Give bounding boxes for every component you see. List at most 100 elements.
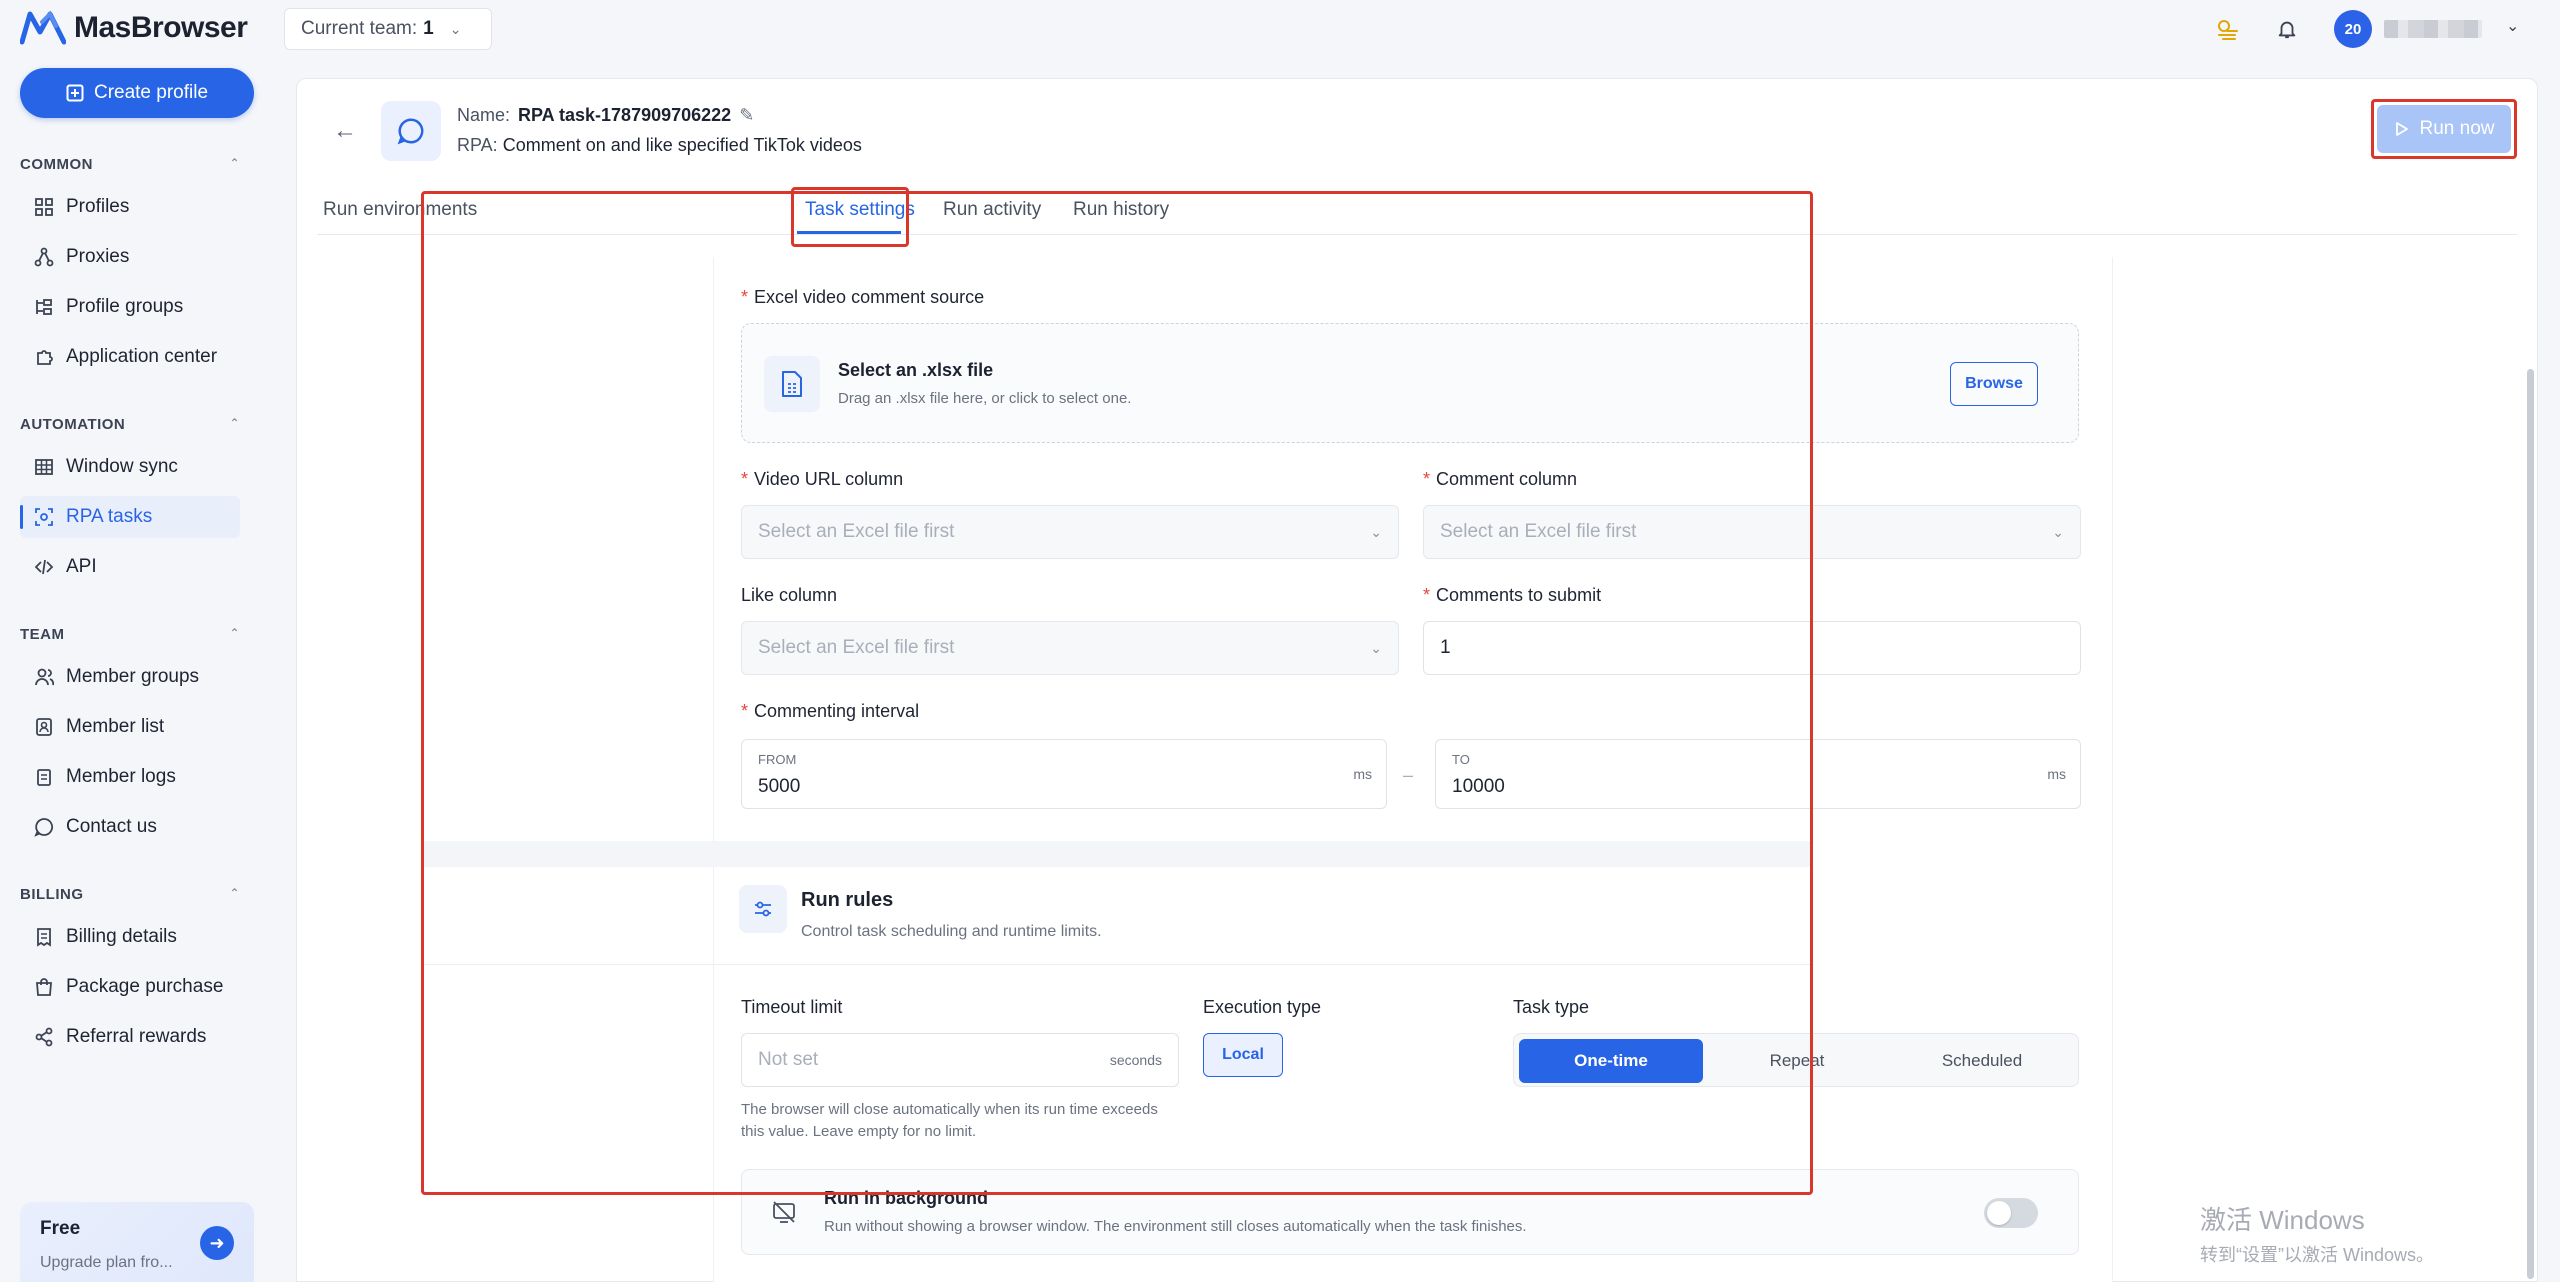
clipboard-icon <box>37 769 51 786</box>
chat-icon <box>34 818 53 837</box>
puzzle-icon <box>37 350 53 365</box>
chevron-up-icon: ⌃ <box>229 156 240 170</box>
section-automation-label: AUTOMATION <box>20 416 126 433</box>
section-common-label: COMMON <box>20 156 93 173</box>
run-in-background-toggle[interactable] <box>1984 1198 2038 1228</box>
run-now-button[interactable]: Run now <box>2377 105 2511 153</box>
top-bar: MasBrowser Current team: 1 ⌄ 20 ⌄ <box>0 0 2560 58</box>
share-nodes-icon <box>35 1027 53 1047</box>
plan-card[interactable]: Free Upgrade plan fro... ➜ <box>20 1202 254 1282</box>
run-in-background-subtitle: Run without showing a browser window. Th… <box>824 1218 1527 1235</box>
back-arrow-icon[interactable]: ← <box>333 117 357 145</box>
section-team-label: TEAM <box>20 626 65 643</box>
sidebar-item-package-purchase[interactable]: Package purchase <box>20 966 240 1008</box>
task-rpa: RPA: Comment on and like specified TikTo… <box>457 135 862 156</box>
folders-icon <box>36 299 52 315</box>
sidebar-item-label: Referral rewards <box>66 1026 207 1047</box>
scrollbar[interactable] <box>2527 369 2534 1279</box>
grid-icon <box>35 198 53 216</box>
sidebar-item-member-logs[interactable]: Member logs <box>20 756 240 798</box>
network-icon <box>34 247 54 267</box>
unit-ms: ms <box>2047 766 2066 782</box>
sidebar-item-api[interactable]: API <box>20 546 240 588</box>
sidebar-item-label: API <box>66 556 97 577</box>
sidebar-item-label: Contact us <box>66 816 157 837</box>
play-icon <box>2395 122 2408 136</box>
highlight-form <box>421 191 1813 1195</box>
windows-activation-watermark: 激活 Windows 转到“设置”以激活 Windows。 <box>2200 1200 2434 1267</box>
sidebar-item-member-groups[interactable]: Member groups <box>20 656 240 698</box>
sidebar-item-proxies[interactable]: Proxies <box>20 236 240 278</box>
sidebar-item-label: Window sync <box>66 456 178 477</box>
team-value: 1 <box>423 18 434 39</box>
task-rpa-label: RPA: <box>457 135 498 155</box>
task-icon <box>381 101 441 161</box>
plan-subtitle: Upgrade plan fro... <box>40 1254 173 1271</box>
edit-pencil-icon[interactable]: ✎ <box>739 105 754 126</box>
plus-square-icon <box>66 84 84 102</box>
main-panel: ← Name: RPA task-1787909706222 ✎ RPA: Co… <box>296 78 2538 1282</box>
logo-text: MasBrowser <box>74 11 248 44</box>
sidebar-item-label: Member groups <box>66 666 200 687</box>
sidebar-item-contact-us[interactable]: Contact us <box>20 806 240 848</box>
chevron-down-icon[interactable]: ⌄ <box>2506 16 2519 36</box>
sidebar-item-billing-details[interactable]: Billing details <box>20 916 240 958</box>
task-name-value: RPA task-1787909706222 <box>518 105 732 125</box>
section-automation[interactable]: AUTOMATION ⌃ <box>20 416 240 433</box>
sidebar-item-rpa-tasks[interactable]: RPA tasks <box>20 496 240 538</box>
chat-bubble-icon <box>397 118 424 145</box>
sidebar-item-profiles[interactable]: Profiles <box>20 186 240 228</box>
sidebar-item-label: Package purchase <box>66 976 224 997</box>
create-profile-label: Create profile <box>93 82 209 103</box>
sidebar-item-label: RPA tasks <box>66 506 153 527</box>
sidebar-item-label: Member list <box>66 716 165 737</box>
receipt-icon <box>37 928 51 947</box>
section-team[interactable]: TEAM ⌃ <box>20 626 240 643</box>
chevron-down-icon: ⌄ <box>449 20 462 37</box>
avatar[interactable]: 20 <box>2334 10 2372 48</box>
sidebar-item-label: Member logs <box>66 766 176 787</box>
logo-icon <box>20 10 66 45</box>
scan-icon <box>35 508 53 526</box>
run-now-label: Run now <box>2419 118 2495 139</box>
sidebar-item-window-sync[interactable]: Window sync <box>20 446 240 488</box>
shopping-bag-icon <box>36 978 52 996</box>
task-name-label: Name: <box>457 105 511 125</box>
sidebar-item-label: Profiles <box>66 196 130 217</box>
section-common[interactable]: COMMON ⌃ <box>20 156 240 173</box>
section-billing[interactable]: BILLING ⌃ <box>20 886 240 903</box>
section-billing-label: BILLING <box>20 886 84 903</box>
sidebar-item-label: Proxies <box>66 246 130 267</box>
sidebar-item-label: Profile groups <box>66 296 184 317</box>
chevron-up-icon: ⌃ <box>229 886 240 900</box>
task-rpa-value: Comment on and like specified TikTok vid… <box>502 135 862 155</box>
arrow-right-icon[interactable]: ➜ <box>200 1226 234 1260</box>
theme-icon[interactable] <box>2212 14 2242 44</box>
sidebar-item-referral-rewards[interactable]: Referral rewards <box>20 1016 240 1058</box>
chevron-down-icon: ⌄ <box>2052 523 2064 540</box>
sidebar: Create profile COMMON ⌃ Profiles Proxies … <box>0 58 270 1282</box>
sidebar-item-profile-groups[interactable]: Profile groups <box>20 286 240 328</box>
sidebar-item-application-center[interactable]: Application center <box>20 336 240 378</box>
browse-button[interactable]: Browse <box>1950 362 2038 406</box>
watermark-line1: 激活 Windows <box>2200 1205 2365 1235</box>
chevron-up-icon: ⌃ <box>229 416 240 430</box>
watermark-line2: 转到“设置”以激活 Windows。 <box>2200 1245 2435 1265</box>
create-profile-button[interactable]: Create profile <box>20 68 254 118</box>
contact-card-icon <box>36 718 52 736</box>
hidden-window-icon <box>764 1192 804 1232</box>
logo[interactable]: MasBrowser <box>20 10 248 46</box>
users-icon <box>35 668 54 686</box>
sidebar-item-label: Application center <box>66 346 218 367</box>
bell-icon[interactable] <box>2272 14 2302 44</box>
task-name: Name: RPA task-1787909706222 ✎ <box>457 105 754 126</box>
table-icon <box>35 459 53 475</box>
sidebar-item-label: Billing details <box>66 926 177 947</box>
sidebar-item-member-list[interactable]: Member list <box>20 706 240 748</box>
chevron-up-icon: ⌃ <box>229 626 240 640</box>
code-icon <box>34 559 54 575</box>
user-name-redacted <box>2384 20 2482 38</box>
team-label: Current team: <box>301 18 418 39</box>
team-select[interactable]: Current team: 1 ⌄ <box>284 8 492 50</box>
task-type-scheduled[interactable]: Scheduled <box>1890 1039 2074 1083</box>
